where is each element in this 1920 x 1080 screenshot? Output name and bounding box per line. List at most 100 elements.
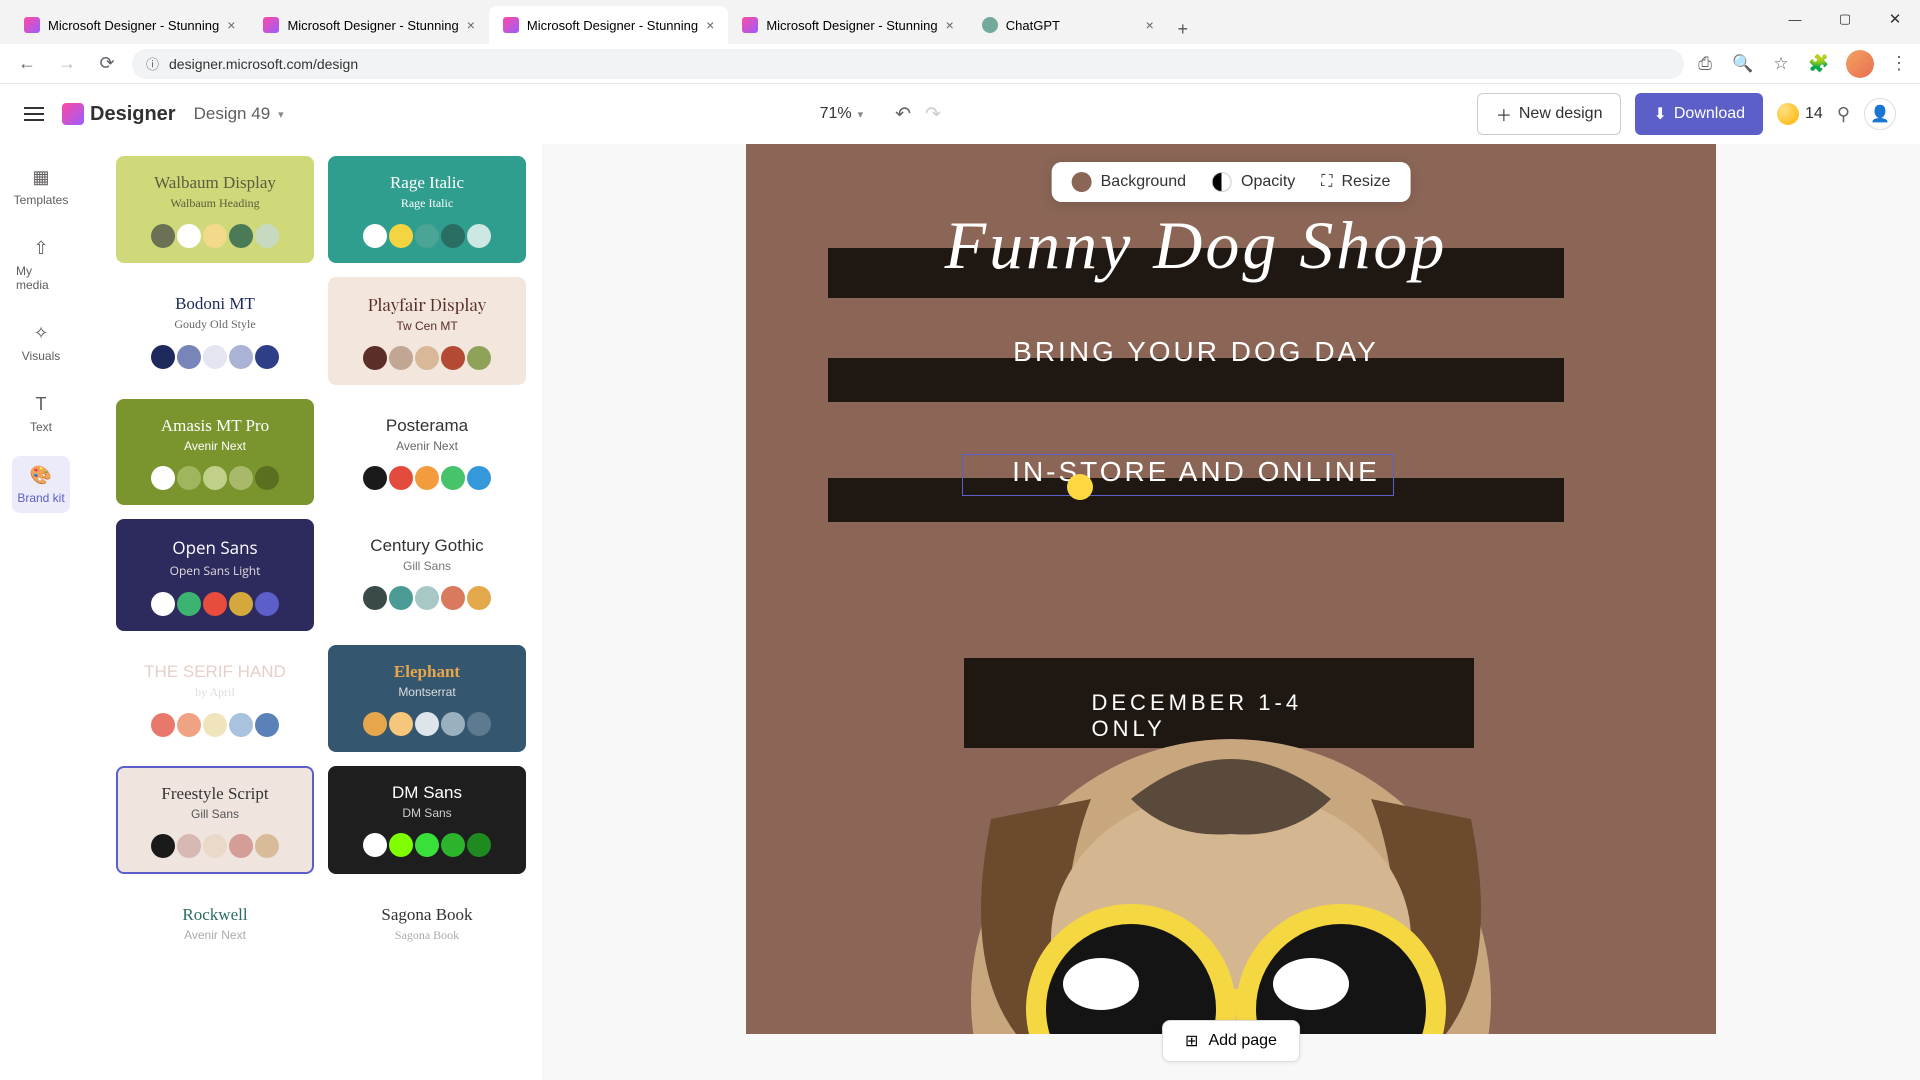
palette-main-font: DM Sans [392,783,462,803]
palette-main-font: THE SERIF HAND [144,662,286,682]
color-swatch [229,592,253,616]
new-design-button[interactable]: ＋ New design [1477,93,1622,135]
browser-tab-active[interactable]: Microsoft Designer - Stunning× [489,6,728,44]
close-icon[interactable]: × [946,17,954,33]
color-swatch [177,834,201,858]
close-icon[interactable]: × [706,17,714,33]
rail-visuals[interactable]: ✧Visuals [12,314,70,371]
palette-card[interactable]: PosteramaAvenir Next [328,399,526,505]
palette-card[interactable]: DM SansDM Sans [328,766,526,874]
browser-tab[interactable]: Microsoft Designer - Stunning× [10,6,249,44]
dog-image[interactable] [871,639,1591,1034]
palette-card[interactable]: Playfair DisplayTw Cen MT [328,277,526,385]
upload-icon: ⇧ [30,237,52,259]
browser-menu-icon[interactable]: ⋮ [1890,53,1908,74]
palette-sub-font: Gill Sans [191,807,239,821]
app-logo[interactable]: Designer [62,103,176,126]
zoom-dropdown[interactable]: 71% ▾ [820,105,864,123]
canvas-subtitle-text[interactable]: BRING YOUR DOG DAY [1013,336,1379,368]
palette-main-font: Amasis MT Pro [161,416,269,436]
color-swatch [389,833,413,857]
canvas-area[interactable]: Background Opacity ⛶ Resize Funny Dog Sh… [542,144,1920,1080]
palette-sub-font: Avenir Next [184,439,246,453]
color-swatch [415,833,439,857]
minimize-button[interactable]: — [1770,0,1820,38]
palette-card[interactable]: Freestyle ScriptGill Sans [116,766,314,874]
palette-card[interactable]: Amasis MT Pro Avenir Next [116,399,314,505]
close-icon[interactable]: × [467,17,475,33]
site-info-icon[interactable]: ⓘ [146,54,159,73]
color-swatch [255,224,279,248]
palette-sub-font: Sagona Book [395,928,459,943]
canvas-text-band-title[interactable]: Funny Dog Shop [828,248,1564,298]
maximize-button[interactable]: ▢ [1820,0,1870,38]
brand-kit-panel[interactable]: Walbaum DisplayWalbaum HeadingRage Itali… [82,144,542,1080]
palette-swatch-row [363,833,491,857]
palette-swatch-row [151,345,279,369]
redo-button[interactable]: ↷ [925,103,941,126]
browser-profile-avatar[interactable] [1846,50,1874,78]
browser-tab[interactable]: ChatGPT× [968,6,1168,44]
color-swatch [203,224,227,248]
new-tab-button[interactable]: + [1168,14,1198,44]
resize-tool[interactable]: ⛶ Resize [1321,173,1390,191]
canvas-line3-text[interactable]: IN-STORE AND ONLINE [1012,456,1380,488]
color-swatch [441,586,465,610]
palette-card[interactable]: Walbaum DisplayWalbaum Heading [116,156,314,263]
palette-card[interactable]: ElephantMontserrat [328,645,526,752]
url-input[interactable]: ⓘ designer.microsoft.com/design [132,49,1684,79]
add-page-button[interactable]: ⊞ Add page [1162,1020,1300,1062]
palette-card[interactable]: Century GothicGill Sans [328,519,526,631]
opacity-tool[interactable]: Opacity [1212,172,1295,192]
color-swatch [255,592,279,616]
close-icon[interactable]: × [1146,17,1154,33]
close-icon[interactable]: × [227,17,235,33]
undo-button[interactable]: ↶ [895,103,911,126]
reload-button[interactable]: ⟳ [92,49,122,79]
color-swatch [151,592,175,616]
credits-counter[interactable]: 14 [1777,103,1823,125]
color-swatch [363,224,387,248]
color-swatch [151,224,175,248]
palette-card[interactable]: RockwellAvenir Next [116,888,314,971]
design-canvas[interactable]: Background Opacity ⛶ Resize Funny Dog Sh… [746,144,1716,1034]
rail-my-media[interactable]: ⇧My media [12,229,70,300]
forward-button[interactable]: → [52,49,82,79]
chevron-down-icon: ▾ [278,108,284,121]
profile-button[interactable]: 👤 [1864,98,1896,130]
palette-sub-font: by April [195,685,235,700]
share-icon[interactable]: ⚲ [1837,104,1850,125]
rail-text[interactable]: TText [12,385,70,442]
hamburger-menu-button[interactable] [24,107,44,121]
canvas-text-band-2[interactable]: BRING YOUR DOG DAY [828,358,1564,402]
palette-card[interactable]: Bodoni MTGoudy Old Style [116,277,314,385]
canvas-title-text[interactable]: Funny Dog Shop [945,206,1448,285]
palette-card[interactable]: Open SansOpen Sans Light [116,519,314,631]
canvas-text-band-3[interactable]: IN-STORE AND ONLINE [828,478,1564,522]
browser-tab[interactable]: Microsoft Designer - Stunning× [728,6,967,44]
color-swatch [389,586,413,610]
browser-tab[interactable]: Microsoft Designer - Stunning× [249,6,488,44]
side-rail: ▦Templates ⇧My media ✧Visuals TText 🎨Bra… [0,144,82,1080]
rail-templates[interactable]: ▦Templates [12,158,70,215]
download-button[interactable]: ⬇ Download [1635,93,1763,135]
background-tool[interactable]: Background [1072,172,1186,192]
color-swatch [363,833,387,857]
palette-main-font: Century Gothic [370,536,483,556]
design-name-dropdown[interactable]: Design 49 ▾ [194,104,284,124]
extensions-icon[interactable]: 🧩 [1808,53,1830,75]
palette-card[interactable]: Rage ItalicRage Italic [328,156,526,263]
palette-card[interactable]: Sagona BookSagona Book [328,888,526,971]
back-button[interactable]: ← [12,49,42,79]
zoom-icon[interactable]: 🔍 [1732,53,1754,75]
install-app-icon[interactable]: ⎙ [1694,53,1716,75]
text-icon: T [30,393,52,415]
palette-card[interactable]: THE SERIF HAND by April [116,645,314,752]
palette-swatch-row [151,834,279,858]
color-swatch [467,712,491,736]
color-swatch [441,346,465,370]
bookmark-icon[interactable]: ☆ [1770,53,1792,75]
palette-sub-font: Montserrat [398,685,455,699]
rail-brand-kit[interactable]: 🎨Brand kit [12,456,70,513]
window-close-button[interactable]: ✕ [1870,0,1920,38]
